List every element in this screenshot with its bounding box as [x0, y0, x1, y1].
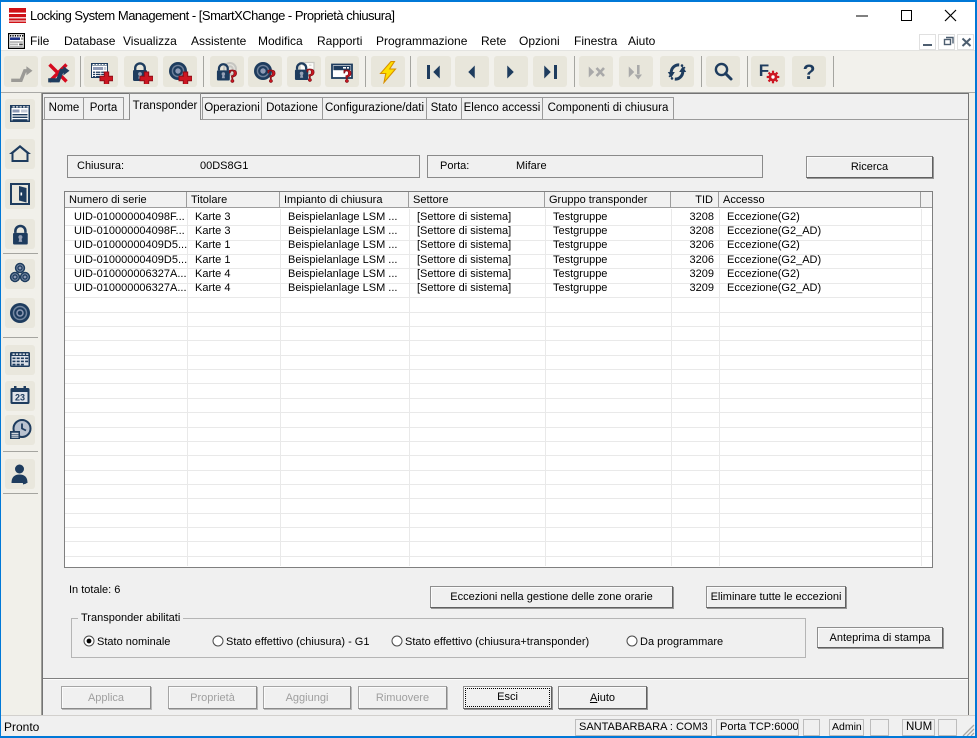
- svg-text:?: ?: [343, 66, 353, 84]
- svg-text:23: 23: [15, 393, 25, 403]
- svg-text:?: ?: [803, 61, 816, 84]
- svg-text:?: ?: [228, 66, 238, 84]
- svg-text:?: ?: [267, 66, 277, 84]
- svg-text:?: ?: [306, 65, 316, 84]
